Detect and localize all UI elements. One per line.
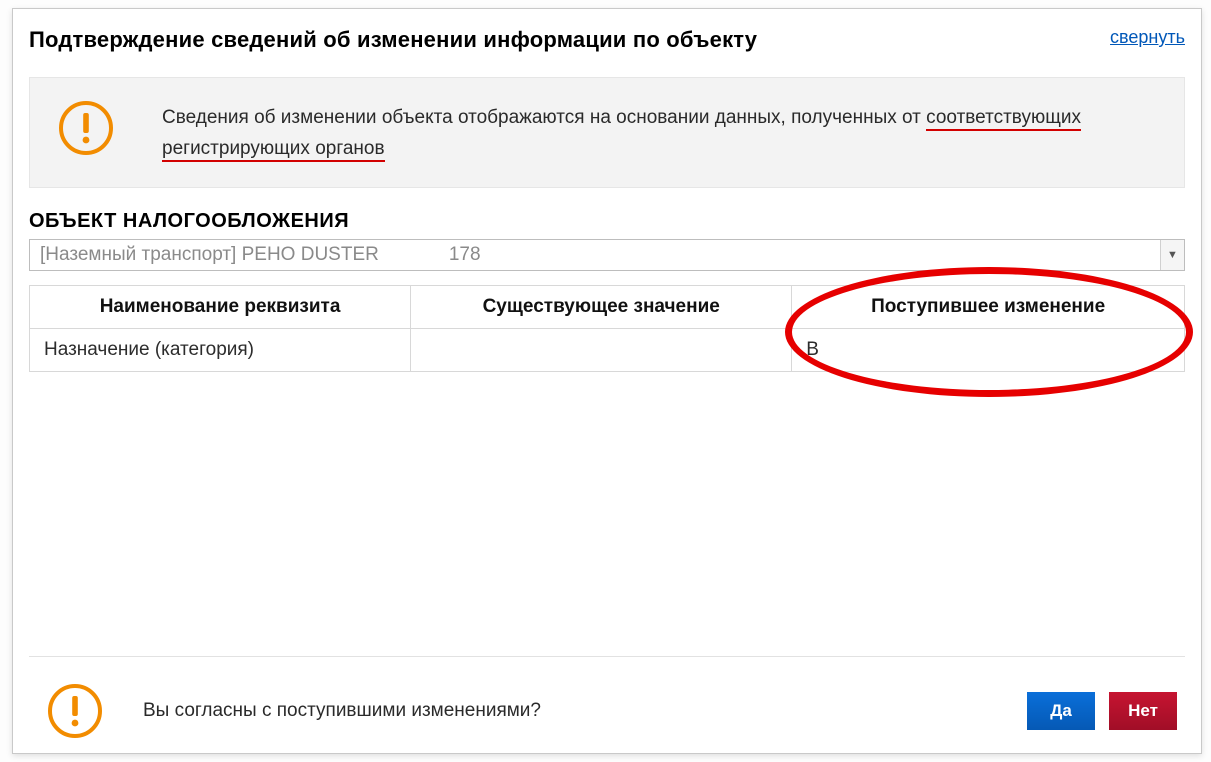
- cell-existing: [411, 328, 792, 371]
- table-header-row: Наименование реквизита Существующее знач…: [30, 285, 1185, 328]
- changes-table: Наименование реквизита Существующее знач…: [29, 285, 1185, 372]
- collapse-link[interactable]: свернуть: [1110, 27, 1185, 48]
- confirmation-question: Вы согласны с поступившими изменениями?: [143, 700, 987, 722]
- table-row: Назначение (категория) В: [30, 328, 1185, 371]
- warning-icon: [47, 683, 103, 739]
- dialog-footer: Вы согласны с поступившими изменениями? …: [29, 656, 1185, 739]
- info-text-underlined-2: регистрирующих органов: [162, 138, 385, 162]
- warning-icon: [58, 100, 114, 156]
- object-select-value-prefix: [Наземный транспорт] РЕНО DUSTER: [40, 244, 379, 266]
- chevron-down-icon[interactable]: ▼: [1160, 240, 1184, 270]
- object-select-wrap: [Наземный транспорт] РЕНО DUSTER 178 ▼: [29, 239, 1185, 271]
- no-button[interactable]: Нет: [1109, 692, 1177, 730]
- info-text-prefix: Сведения об изменении объекта отображают…: [162, 107, 926, 128]
- info-banner: Сведения об изменении объекта отображают…: [29, 77, 1185, 188]
- dialog-header: Подтверждение сведений об изменении инфо…: [13, 9, 1201, 69]
- info-text-underlined-1: соответствующих: [926, 107, 1081, 131]
- confirmation-dialog: Подтверждение сведений об изменении инфо…: [12, 8, 1202, 754]
- col-header-existing: Существующее значение: [411, 285, 792, 328]
- cell-incoming: В: [792, 328, 1185, 371]
- dialog-title: Подтверждение сведений об изменении инфо…: [29, 27, 757, 53]
- section-label: ОБЪЕКТ НАЛОГООБЛОЖЕНИЯ: [13, 206, 1201, 239]
- button-row: Да Нет: [1027, 692, 1177, 730]
- yes-button[interactable]: Да: [1027, 692, 1095, 730]
- object-select-value-suffix: 178: [449, 244, 481, 266]
- object-select[interactable]: [Наземный транспорт] РЕНО DUSTER 178: [29, 239, 1185, 271]
- info-text: Сведения об изменении объекта отображают…: [162, 100, 1081, 165]
- col-header-name: Наименование реквизита: [30, 285, 411, 328]
- col-header-incoming: Поступившее изменение: [792, 285, 1185, 328]
- cell-name: Назначение (категория): [30, 328, 411, 371]
